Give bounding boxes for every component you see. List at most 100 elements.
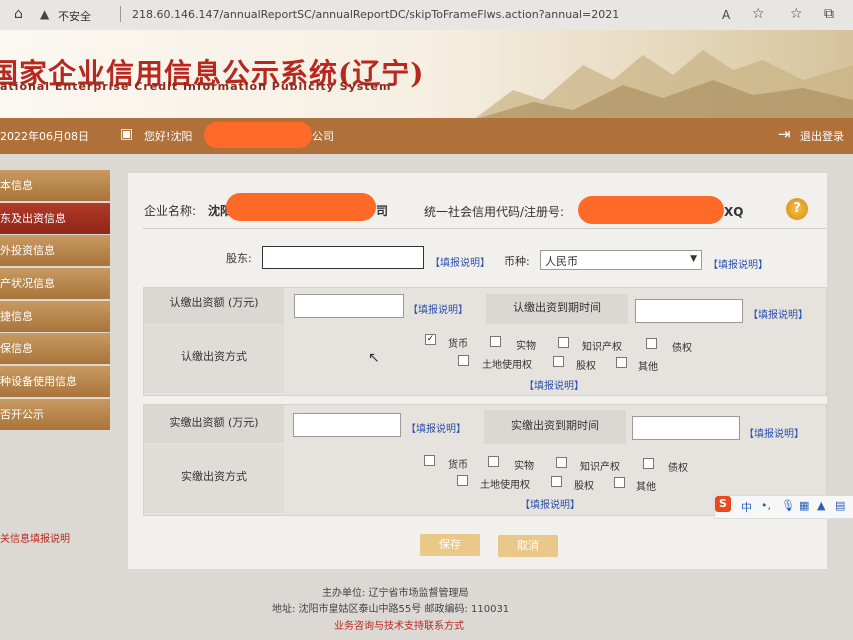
checkbox-subscribed-land[interactable] <box>458 355 469 366</box>
checkbox-subscribed-debt[interactable] <box>646 338 657 349</box>
checkbox-label: 货币 <box>448 460 468 471</box>
sidebar-item-online-shop[interactable]: 捷信息 <box>0 300 110 332</box>
credit-code-label: 统一社会信用代码/注册号: <box>424 205 565 219</box>
sidebar-item-social-security[interactable]: 保信息 <box>0 333 110 365</box>
ime-toolbar: S 中 •, 🎙︎ ▦ ▲ ▤ <box>714 495 853 519</box>
checkbox-label: 其他 <box>638 362 658 373</box>
redaction-mark <box>578 196 724 224</box>
sidebar-item-publicity[interactable]: 否开公示 <box>0 398 110 430</box>
address-bar[interactable]: 218.60.146.147/annualReportSC/annualRepo… <box>132 8 619 21</box>
save-button[interactable]: 保存 <box>420 534 480 556</box>
warning-icon[interactable]: ▲ <box>40 7 49 21</box>
paid-date-help-link[interactable]: 【填报说明】 <box>744 425 804 440</box>
help-icon[interactable]: ? <box>786 198 808 220</box>
collections-icon[interactable]: ⧉ <box>824 6 834 22</box>
favorite-add-icon[interactable]: ☆ <box>752 6 765 22</box>
subscribed-date-help-link[interactable]: 【填报说明】 <box>748 306 808 321</box>
sidebar-item-label: 否开公示 <box>0 407 44 421</box>
checkbox-label: 其他 <box>636 482 656 493</box>
checkbox-paid-goods[interactable] <box>488 456 499 467</box>
greeting-prefix: 您好!沈阳 <box>144 130 193 143</box>
mountain-landscape-image <box>475 50 853 118</box>
checkbox-paid-ip[interactable] <box>556 457 567 468</box>
checkbox-label: 知识产权 <box>580 462 620 473</box>
user-icon: ▣ <box>120 126 134 142</box>
favorites-icon[interactable]: ☆ <box>790 6 803 22</box>
shareholder-help-link[interactable]: 【填报说明】 <box>430 254 490 269</box>
info-fill-instructions-link[interactable]: 关信息填报说明 <box>0 530 70 545</box>
divider <box>143 228 826 229</box>
skin-shirt-icon[interactable]: ▲ <box>817 499 825 512</box>
site-header: 国家企业信用信息公示系统(辽宁) ational Enterprise Cred… <box>0 30 853 118</box>
sogou-logo-icon[interactable]: S <box>715 496 731 512</box>
currency-select[interactable]: 人民币 ▼ <box>540 250 702 270</box>
shareholder-input[interactable] <box>262 246 424 269</box>
current-date: 2022年06月08日 <box>0 130 89 143</box>
paid-date-input[interactable] <box>632 416 740 440</box>
checkbox-subscribed-equity[interactable] <box>553 356 564 367</box>
sidebar-item-label: 种设备使用信息 <box>0 375 77 389</box>
chevron-down-icon: ▼ <box>690 254 697 264</box>
subscribed-amount-input[interactable] <box>294 294 404 318</box>
sidebar-item-assets[interactable]: 产状况信息 <box>0 268 110 300</box>
currency-label: 币种: <box>504 255 530 268</box>
checkbox-subscribed-goods[interactable] <box>490 336 501 347</box>
checkbox-label: 股权 <box>574 481 594 492</box>
checkbox-label: 债权 <box>672 343 692 354</box>
sidebar-item-label: 产状况信息 <box>0 277 55 291</box>
home-icon[interactable]: ⌂ <box>14 6 23 22</box>
currency-value: 人民币 <box>545 255 578 268</box>
sidebar-item-special-equipment[interactable]: 种设备使用信息 <box>0 366 110 398</box>
paid-method-help-link[interactable]: 【填报说明】 <box>520 496 580 511</box>
paid-amount-help-link[interactable]: 【填报说明】 <box>406 420 466 435</box>
sidebar-item-label: 外投资信息 <box>0 244 55 258</box>
credit-code-suffix: XQ <box>724 205 744 219</box>
company-name-suffix: 司 <box>376 204 389 218</box>
checkbox-label: 土地使用权 <box>480 480 530 491</box>
checkbox-subscribed-ip[interactable] <box>558 337 569 348</box>
security-warning[interactable]: 不安全 <box>58 8 91 24</box>
subscribed-amount-help-link[interactable]: 【填报说明】 <box>408 301 468 316</box>
logout-link[interactable]: 退出登录 <box>800 128 844 144</box>
ime-punctuation[interactable]: •, <box>761 499 771 512</box>
checkbox-subscribed-other[interactable] <box>616 357 627 368</box>
redaction-mark <box>226 193 376 221</box>
paid-amount-input[interactable] <box>293 413 401 437</box>
checkbox-label: 实物 <box>516 341 536 352</box>
checkbox-paid-currency[interactable] <box>424 455 435 466</box>
checkbox-label: 股权 <box>576 361 596 372</box>
sidebar-item-investment[interactable]: 外投资信息 <box>0 235 110 267</box>
footer-address: 地址: 沈阳市皇姑区泰山中路55号 邮政编码: 110031 <box>272 604 510 615</box>
currency-help-link[interactable]: 【填报说明】 <box>708 256 768 271</box>
browser-toolbar: ⌂ ▲ 不安全 218.60.146.147/annualReportSC/an… <box>0 0 853 31</box>
subscribed-date-input[interactable] <box>635 299 743 323</box>
footer-contact-link[interactable]: 业务咨询与技术支持联系方式 <box>334 617 464 632</box>
toolbox-icon[interactable]: ▤ <box>835 499 845 512</box>
microphone-icon[interactable]: 🎙︎ <box>781 499 795 512</box>
sidebar-item-label: 本信息 <box>0 179 33 192</box>
checkbox-label: 债权 <box>668 463 688 474</box>
paid-date-label: 实缴出资到期时间 <box>484 410 626 444</box>
logout-icon[interactable]: ⇥ <box>778 125 791 143</box>
checkbox-paid-other[interactable] <box>614 477 625 488</box>
checkbox-paid-debt[interactable] <box>643 458 654 469</box>
sidebar-item-label: 保信息 <box>0 342 33 356</box>
redaction-mark <box>204 122 312 148</box>
paid-method-label: 实缴出资方式 <box>144 444 284 513</box>
subscribed-method-help-link[interactable]: 【填报说明】 <box>524 377 584 392</box>
sidebar-item-shareholder-contribution[interactable]: 东及出资信息 <box>0 202 110 234</box>
checkbox-label: 实物 <box>514 461 534 472</box>
checkbox-paid-equity[interactable] <box>551 476 562 487</box>
keyboard-icon[interactable]: ▦ <box>799 499 809 512</box>
checkbox-paid-land[interactable] <box>457 475 468 486</box>
sidebar-nav: 本信息 东及出资信息 外投资信息 产状况信息 捷信息 保信息 种设备使用信息 否… <box>0 170 110 432</box>
greeting-suffix: 公司 <box>312 130 334 143</box>
paid-amount-label: 实缴出资额 (万元) <box>144 405 284 443</box>
ime-mode[interactable]: 中 <box>741 499 752 515</box>
read-aloud-icon[interactable]: A <box>722 8 730 22</box>
cancel-button[interactable]: 取消 <box>498 535 558 557</box>
checkbox-subscribed-currency[interactable]: ✓ <box>425 334 436 345</box>
checkbox-label: 土地使用权 <box>482 360 532 371</box>
sidebar-item-basic-info[interactable]: 本信息 <box>0 170 110 201</box>
subscribed-method-label: 认缴出资方式 <box>144 325 284 393</box>
